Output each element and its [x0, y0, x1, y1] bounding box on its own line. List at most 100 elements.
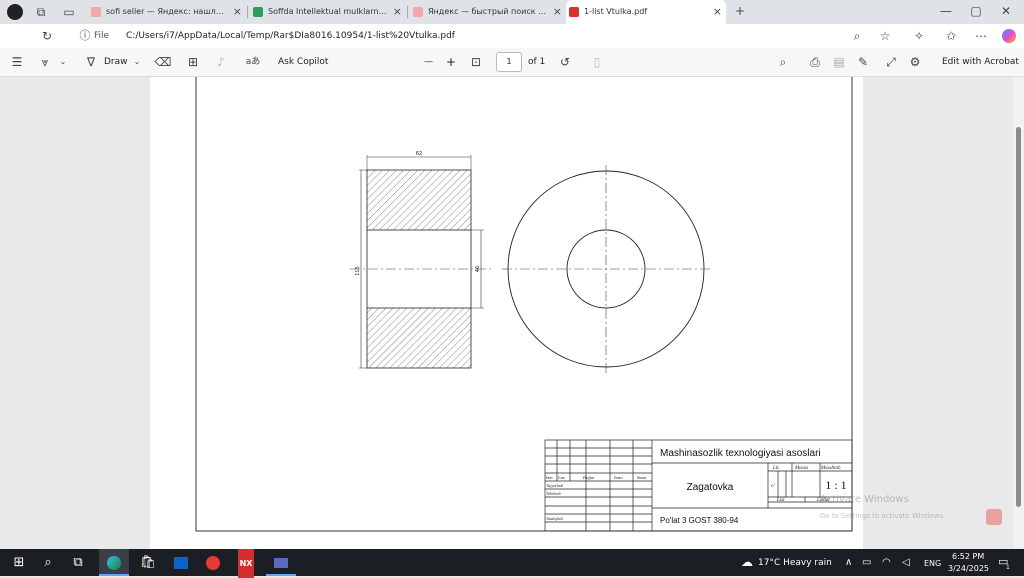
weather-text[interactable]: 17°C Heavy rain — [758, 558, 832, 568]
profile-avatar[interactable] — [7, 4, 23, 20]
activate-windows-title: Activate Windows — [820, 494, 909, 505]
hatched-bottom — [366, 307, 472, 369]
svg-text:Hujjat: Hujjat — [582, 475, 595, 480]
volume-icon[interactable]: ◁ — [902, 557, 910, 568]
wifi-icon[interactable]: ◠ — [882, 557, 891, 568]
copilot-icon[interactable] — [1002, 29, 1016, 43]
rotate-icon[interactable]: ↺ — [556, 53, 574, 71]
fit-page-icon[interactable]: ⊡ — [467, 53, 485, 71]
save-icon[interactable]: ▤ — [830, 53, 848, 71]
zoom-out-button[interactable]: — — [424, 48, 433, 77]
material: Po'lat 3 GOST 380-94 — [660, 516, 739, 525]
edge-browser-icon[interactable] — [99, 549, 129, 576]
vertical-scrollbar[interactable] — [1013, 77, 1024, 549]
zoom-in-button[interactable]: + — [446, 48, 456, 77]
svg-text:Lit.: Lit. — [772, 466, 780, 471]
store-icon[interactable]: 🛍 — [133, 549, 163, 576]
svg-text:Tayyorladi: Tayyorladi — [546, 483, 563, 488]
workspaces-icon[interactable]: ⧉ — [32, 3, 50, 21]
close-tab-icon[interactable]: × — [393, 2, 402, 22]
save-as-icon[interactable]: ✎ — [854, 53, 872, 71]
search-icon[interactable]: ⌕ — [33, 549, 63, 576]
contents-icon[interactable]: ☰ — [8, 53, 26, 71]
nx-app-icon[interactable]: NX — [231, 549, 261, 578]
fullscreen-icon[interactable]: ⤢ — [882, 53, 900, 71]
eraser-icon[interactable]: ⌫ — [154, 53, 172, 71]
svg-text:Sana: Sana — [637, 475, 647, 480]
scrollbar-thumb[interactable] — [1016, 127, 1021, 507]
page-number-input[interactable]: 1 — [496, 52, 522, 72]
activate-windows-subtitle: Go to Settings to activate Windows. — [820, 512, 946, 520]
yandex-browser-icon[interactable] — [198, 549, 228, 576]
task-view-icon[interactable]: ⧉ — [63, 549, 93, 576]
tab-2[interactable]: Soffda Intellektual mulklarning... × — [250, 2, 406, 22]
ask-copilot-button[interactable]: Ask Copilot — [278, 48, 328, 77]
extensions-icon[interactable]: ✧ — [910, 27, 928, 45]
yandex-favicon-icon — [413, 7, 423, 17]
draw-icon[interactable]: ∇ — [82, 53, 100, 71]
zoom-icon[interactable]: ⌕ — [848, 27, 866, 45]
language-indicator[interactable]: ENG — [924, 559, 941, 568]
text-icon[interactable]: ⊞ — [184, 53, 202, 71]
info-icon[interactable]: ⓘ — [76, 27, 94, 45]
floating-app-icon[interactable] — [986, 509, 1002, 525]
address-field[interactable]: C:/Users/i7/AppData/Local/Temp/Rar$DIa80… — [126, 27, 455, 45]
media-app-icon[interactable] — [266, 549, 296, 576]
favorite-star-icon[interactable]: ☆ — [876, 27, 894, 45]
start-button[interactable]: ⊞ — [4, 549, 34, 576]
scale-value: 1 : 1 — [825, 478, 846, 492]
pdf-page: 62 115 46 Mashinasozlik texnologiyasi as… — [150, 77, 863, 549]
svg-text:Izm.: Izm. — [545, 475, 554, 480]
read-aloud-icon[interactable]: a͏あ — [244, 53, 262, 71]
title-block-text: Mashinasozlik texnologiyasi asoslari Zag… — [545, 448, 847, 525]
print-icon[interactable]: ⎙ — [806, 53, 824, 71]
notification-count: 1 — [1006, 564, 1010, 571]
maximize-button[interactable]: ▢ — [966, 4, 986, 18]
chevron-down-icon[interactable]: ⌄ — [128, 53, 146, 71]
close-tab-icon[interactable]: × — [233, 2, 242, 22]
part-name: Zagatovka — [687, 482, 734, 493]
close-tab-icon[interactable]: × — [713, 0, 722, 24]
tab-actions-icon[interactable]: ▭ — [60, 3, 78, 21]
page-count: of 1 — [528, 57, 546, 67]
more-menu-icon[interactable]: ⋯ — [972, 27, 990, 45]
network-icon[interactable]: ▭ — [862, 557, 871, 568]
new-tab-button[interactable]: + — [730, 4, 750, 18]
hatched-top — [366, 169, 472, 231]
tray-chevron-icon[interactable]: ∧ — [845, 557, 852, 568]
close-window-button[interactable]: ✕ — [996, 4, 1016, 18]
svg-text:List: List — [776, 498, 785, 503]
clock-time[interactable]: 6:52 PM — [952, 552, 984, 561]
settings-gear-icon[interactable]: ⚙ — [906, 53, 924, 71]
svg-text:o': o' — [771, 484, 776, 489]
close-tab-icon[interactable]: × — [553, 2, 562, 22]
org-name: Mashinasozlik texnologiyasi asoslari — [660, 448, 821, 459]
svg-text:Massa: Massa — [794, 466, 809, 471]
outlook-icon[interactable] — [166, 549, 196, 576]
dim-text-right: 46 — [475, 266, 481, 272]
yandex-favicon-icon — [91, 7, 101, 17]
highlight-icon[interactable]: ⩔ — [36, 53, 54, 71]
highlight-disabled-icon: ♪ — [217, 55, 225, 69]
tab-3[interactable]: Яндекс — быстрый поиск в инте... × — [410, 2, 566, 22]
page-view-icon: ▯ — [593, 55, 601, 69]
svg-text:Imzo: Imzo — [613, 475, 623, 480]
section-view: 62 115 46 — [350, 151, 492, 369]
svg-text:Tasdiqladi: Tasdiqladi — [546, 516, 563, 521]
chevron-down-icon[interactable]: ⌄ — [54, 53, 72, 71]
favorites-icon[interactable]: ✩ — [942, 27, 960, 45]
dim-text-top: 62 — [416, 151, 422, 157]
tab-1[interactable]: sofi seller — Яндекс: нашлось 1... × — [88, 2, 246, 22]
clock-date[interactable]: 3/24/2025 — [948, 564, 989, 573]
svg-text:Tekshirdi: Tekshirdi — [546, 491, 561, 496]
search-icon[interactable]: ⌕ — [774, 53, 792, 71]
svg-text:List: List — [557, 475, 566, 480]
site-favicon-icon — [253, 7, 263, 17]
tab-4-active[interactable]: 1-list Vtulka.pdf × — [566, 0, 726, 24]
minimize-button[interactable]: — — [936, 4, 956, 18]
refresh-icon[interactable]: ↻ — [38, 27, 56, 45]
end-view — [502, 165, 710, 373]
address-prefix: File — [94, 31, 110, 41]
draw-button[interactable]: Draw — [104, 48, 128, 77]
edit-with-acrobat-button[interactable]: Edit with Acrobat — [942, 48, 1019, 77]
